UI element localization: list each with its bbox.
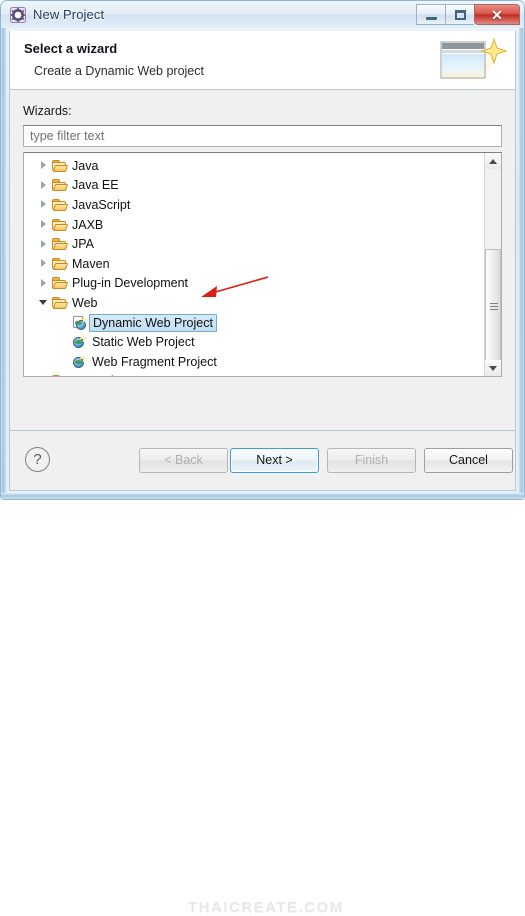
folder-icon [52, 197, 69, 213]
window-controls: ✕ [416, 4, 520, 25]
help-button[interactable]: ? [25, 447, 50, 472]
maximize-icon [454, 9, 466, 20]
chevron-right-icon[interactable] [38, 180, 49, 191]
watermark-footer: THAICREATE.COM [188, 899, 344, 916]
folder-icon [52, 256, 69, 272]
minimize-icon [425, 16, 437, 20]
eclipse-gear-icon [10, 6, 26, 23]
dynamic-web-project-icon [72, 315, 88, 331]
wizard-window-sparkle-icon [431, 33, 509, 89]
tree-row[interactable]: Web [24, 293, 483, 313]
chevron-right-icon[interactable] [38, 160, 49, 171]
help-icon: ? [33, 451, 42, 468]
back-button[interactable]: < Back [139, 448, 228, 473]
folder-icon [52, 177, 69, 193]
window-title: New Project [33, 7, 105, 22]
cancel-button[interactable]: Cancel [424, 448, 513, 473]
folder-icon [52, 236, 69, 252]
title-bar[interactable]: New Project ✕ [1, 1, 524, 28]
tree-row[interactable]: JPA [24, 234, 483, 254]
filter-input[interactable]: type filter text [23, 125, 502, 147]
chevron-down-icon[interactable] [38, 297, 49, 308]
next-button[interactable]: Next > [230, 448, 319, 473]
web-fragment-project-icon [72, 354, 88, 370]
tree-row-label: JAXB [72, 217, 104, 232]
close-icon: ✕ [491, 6, 503, 23]
folder-icon [52, 217, 69, 233]
tree-row-label: JavaScript [72, 197, 131, 212]
wizard-body: THAICREATE.COM Wizards: type filter text… [9, 90, 516, 430]
tree-row-label: Examples [72, 374, 127, 376]
scroll-up-button[interactable] [485, 153, 501, 169]
maximize-button[interactable] [445, 4, 474, 25]
tree-row-label: JPA [72, 237, 94, 252]
wizard-header: Select a wizard Create a Dynamic Web pro… [9, 31, 516, 90]
tree-row[interactable]: Java EE [24, 176, 483, 196]
tree-row[interactable]: Maven [24, 254, 483, 274]
tree-row-label: Static Web Project [92, 335, 195, 350]
tree-scrollbar[interactable] [484, 153, 501, 376]
chevron-right-icon[interactable] [38, 199, 49, 210]
wizard-tree[interactable]: Java Java EE JavaScript JAXB JPA Maven Plug-in… [23, 152, 502, 377]
scrollbar-grip-icon [490, 303, 498, 311]
static-web-project-icon [72, 334, 88, 350]
chevron-right-icon[interactable] [38, 219, 49, 230]
window-edge-bottom [1, 493, 524, 499]
chevron-right-icon[interactable] [38, 239, 49, 250]
tree-row-label: Java [72, 158, 99, 173]
page-title: Select a wizard [24, 41, 118, 56]
chevron-right-icon[interactable] [38, 278, 49, 289]
tree-row[interactable]: Examples [24, 372, 483, 377]
tree-row[interactable]: Static Web Project [24, 332, 483, 352]
chevron-down-icon [489, 365, 497, 371]
tree-row[interactable]: Plug-in Development [24, 274, 483, 294]
scroll-down-button[interactable] [485, 360, 501, 376]
close-button[interactable]: ✕ [474, 4, 520, 25]
tree-row[interactable]: Dynamic Web Project [24, 313, 483, 333]
wizard-footer: THAICREATE.COM ? < Back Next > Finish Ca… [9, 431, 516, 916]
chevron-up-icon [489, 158, 497, 164]
folder-icon [52, 295, 69, 311]
page-subtitle: Create a Dynamic Web project [34, 64, 204, 78]
wizards-label: Wizards: [23, 104, 72, 118]
scrollbar-thumb[interactable] [485, 249, 501, 365]
tree-row[interactable]: JAXB [24, 215, 483, 235]
window-edge-right [518, 28, 524, 496]
tree-row[interactable]: Java [24, 156, 483, 176]
tree-row[interactable]: JavaScript [24, 195, 483, 215]
folder-icon [52, 158, 69, 174]
tree-row[interactable]: Web Fragment Project [24, 352, 483, 372]
tree-row-label: Plug-in Development [72, 276, 189, 291]
tree-row-label: Web Fragment Project [92, 354, 217, 369]
finish-button[interactable]: Finish [327, 448, 416, 473]
tree-row-label: Dynamic Web Project [89, 313, 217, 332]
minimize-button[interactable] [416, 4, 445, 25]
tree-row-label: Java EE [72, 178, 119, 193]
folder-icon [52, 275, 69, 291]
new-project-wizard-window: New Project ✕ Select a wizard Create a D… [0, 0, 525, 916]
folder-icon [52, 373, 68, 376]
chevron-right-icon[interactable] [38, 376, 49, 377]
window-edge-left [1, 28, 7, 496]
tree-row-label: Maven [72, 256, 110, 271]
tree-row-label: Web [72, 295, 98, 310]
chevron-right-icon[interactable] [38, 258, 49, 269]
